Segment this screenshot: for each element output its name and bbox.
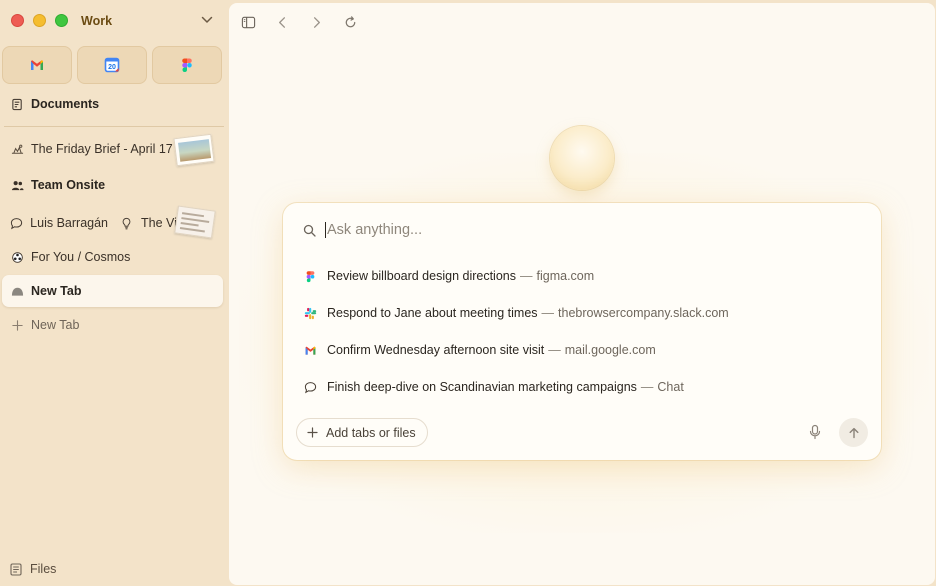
chevron-right-icon xyxy=(313,16,320,28)
space-name[interactable]: Work xyxy=(81,14,112,28)
files-button[interactable]: Files xyxy=(10,562,56,576)
sidebar-item-new-tab-active[interactable]: New Tab xyxy=(0,276,228,306)
split-pane-right[interactable]: The Vi xyxy=(120,216,178,230)
suggestion-title: Respond to Jane about meeting times xyxy=(327,306,538,320)
files-label: Files xyxy=(30,562,57,576)
calendar-icon: 20 xyxy=(104,57,120,73)
gmail-icon xyxy=(303,343,317,357)
suggestion-item[interactable]: Finish deep-dive on Scandinavian marketi… xyxy=(303,374,863,400)
gmail-icon xyxy=(31,60,43,70)
sidebar-item-label: New Tab xyxy=(31,284,82,298)
sidebar-item-label: Documents xyxy=(31,97,100,111)
chevron-left-icon xyxy=(278,16,285,28)
chat-bubble-icon xyxy=(10,216,23,230)
sidebar-divider xyxy=(4,126,224,127)
lightbulb-icon xyxy=(120,216,134,230)
file-icon xyxy=(10,562,22,576)
figma-icon xyxy=(182,58,192,72)
toggle-sidebar-button[interactable] xyxy=(239,13,257,31)
back-button[interactable] xyxy=(273,13,291,31)
reload-icon xyxy=(345,15,355,27)
plus-icon xyxy=(307,427,318,438)
content-area: Review billboard design directions — fig… xyxy=(229,3,935,585)
microphone-icon[interactable] xyxy=(807,424,823,440)
suggestion-item[interactable]: Confirm Wednesday afternoon site visit —… xyxy=(303,337,863,363)
sidebar-item-label: For You / Cosmos xyxy=(31,250,131,264)
ask-anything-input[interactable] xyxy=(327,222,787,238)
people-icon xyxy=(10,178,24,192)
pinned-tab-figma[interactable] xyxy=(152,46,222,84)
window-controls xyxy=(11,14,68,27)
suggestion-source: thebrowsercompany.slack.com xyxy=(558,306,729,320)
chevron-down-icon[interactable] xyxy=(200,13,214,27)
sidebar-item-documents[interactable]: Documents xyxy=(0,89,228,119)
new-tab-button[interactable]: New Tab xyxy=(0,310,228,340)
search-row xyxy=(303,222,787,238)
slack-icon xyxy=(303,306,317,320)
add-tabs-or-files-button[interactable]: Add tabs or files xyxy=(296,418,428,447)
zoom-window-button[interactable] xyxy=(55,14,68,27)
split-pane-left[interactable]: Luis Barragán xyxy=(10,216,108,230)
calendar-day-text: 20 xyxy=(108,64,116,71)
minimize-window-button[interactable] xyxy=(33,14,46,27)
sidebar-item-label: The Friday Brief - April 17 xyxy=(31,142,173,156)
suggestion-title: Finish deep-dive on Scandinavian marketi… xyxy=(327,380,637,394)
pinned-tab-gmail[interactable] xyxy=(2,46,72,84)
sidebar: Work 20 Documents The Friday Brief - Apr… xyxy=(0,0,228,586)
pinned-tabs: 20 xyxy=(2,46,222,84)
cosmos-icon xyxy=(10,250,24,264)
suggestion-separator: — xyxy=(520,269,533,283)
suggestion-separator: — xyxy=(640,380,654,394)
add-tabs-label: Add tabs or files xyxy=(326,425,416,440)
suggestion-item[interactable]: Respond to Jane about meeting times — th… xyxy=(303,300,863,326)
assistant-orb xyxy=(550,126,614,190)
sidebar-item-team-onsite[interactable]: Team Onsite xyxy=(0,170,228,200)
figma-icon xyxy=(303,269,317,283)
command-bar: Review billboard design directions — fig… xyxy=(283,203,881,460)
forward-button[interactable] xyxy=(307,13,325,31)
search-icon xyxy=(303,224,316,237)
sidebar-toggle-icon xyxy=(241,16,255,28)
arc-tab-icon xyxy=(10,284,24,298)
suggestion-separator: — xyxy=(548,343,561,357)
sidebar-item-label: The Vi xyxy=(141,216,177,230)
text-caret xyxy=(325,222,326,238)
chat-bubble-icon xyxy=(303,380,317,394)
pinned-tab-calendar[interactable]: 20 xyxy=(77,46,147,84)
sidebar-item-label: Luis Barragán xyxy=(30,216,108,230)
tab-thumbnail-document xyxy=(174,205,216,239)
document-edit-icon xyxy=(10,97,24,111)
submit-button[interactable] xyxy=(839,418,868,447)
suggestion-title: Confirm Wednesday afternoon site visit xyxy=(327,343,545,357)
arrow-up-icon xyxy=(849,427,858,438)
sidebar-item-for-you-cosmos[interactable]: For You / Cosmos xyxy=(0,242,228,272)
toolbar xyxy=(239,13,359,31)
newsletter-icon xyxy=(10,142,24,156)
sidebar-item-label: Team Onsite xyxy=(31,178,106,192)
suggestion-source: figma.com xyxy=(536,269,595,283)
close-window-button[interactable] xyxy=(11,14,24,27)
suggestion-item[interactable]: Review billboard design directions — fig… xyxy=(303,263,863,289)
tab-thumbnail-image xyxy=(173,133,215,167)
suggestion-source: mail.google.com xyxy=(564,343,656,357)
new-tab-label: New Tab xyxy=(31,318,80,332)
plus-icon xyxy=(10,318,24,332)
suggestion-separator: — xyxy=(541,306,555,320)
reload-button[interactable] xyxy=(341,13,359,31)
suggestion-source: Chat xyxy=(657,380,684,394)
suggestion-title: Review billboard design directions xyxy=(327,269,516,283)
